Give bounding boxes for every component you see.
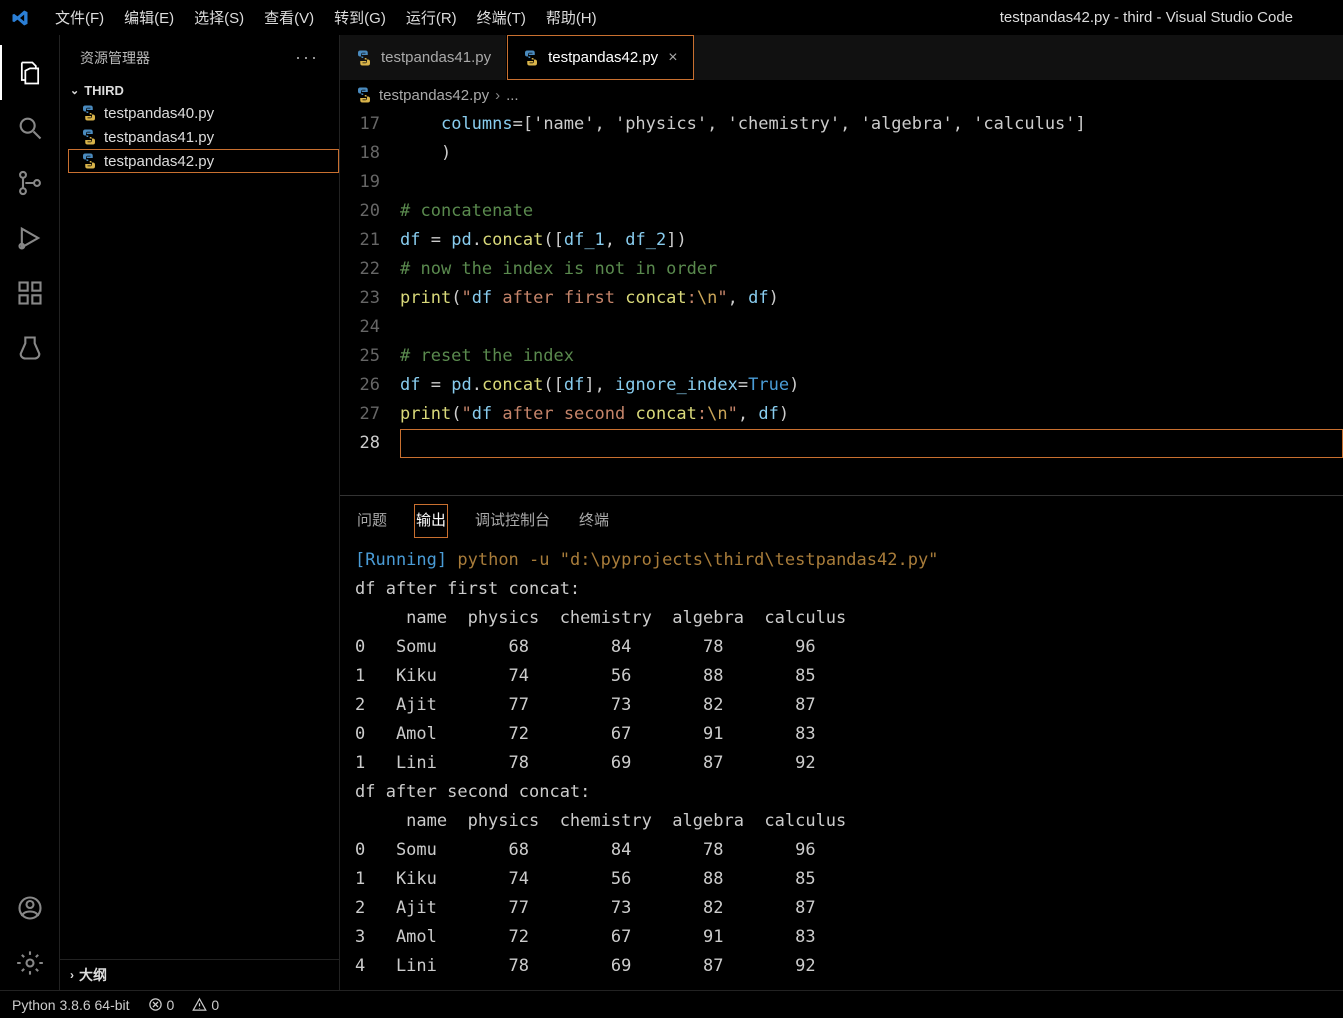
folder-name: THIRD: [84, 83, 124, 98]
activity-run-debug[interactable]: [0, 210, 60, 265]
menubar: 文件(F) 编辑(E) 选择(S) 查看(V) 转到(G) 运行(R) 终端(T…: [45, 3, 1000, 32]
menu-select[interactable]: 选择(S): [184, 3, 254, 32]
tab-label: testpandas42.py: [548, 49, 658, 66]
activity-extensions[interactable]: [0, 265, 60, 320]
editor-tabs: testpandas41.py testpandas42.py ×: [340, 35, 1343, 80]
code-content[interactable]: columns=['name', 'physics', 'chemistry',…: [400, 110, 1343, 495]
python-file-icon: [80, 128, 98, 146]
warning-count: 0: [211, 997, 219, 1013]
tab-label: testpandas41.py: [381, 49, 491, 66]
breadcrumb-rest: ...: [506, 87, 519, 104]
output-content[interactable]: [Running] python -u "d:\pyprojects\third…: [340, 538, 1343, 990]
menu-help[interactable]: 帮助(H): [536, 3, 607, 32]
menu-run[interactable]: 运行(R): [396, 3, 467, 32]
status-errors[interactable]: 0: [148, 997, 175, 1013]
breadcrumb[interactable]: testpandas42.py › ...: [340, 80, 1343, 110]
activity-explorer[interactable]: [0, 45, 60, 100]
menu-goto[interactable]: 转到(G): [324, 3, 396, 32]
python-file-icon: [355, 49, 373, 67]
sidebar-header: 资源管理器 ···: [60, 35, 339, 80]
chevron-right-icon: ›: [495, 87, 500, 104]
more-icon[interactable]: ···: [295, 47, 319, 68]
status-warnings[interactable]: 0: [192, 997, 219, 1013]
vscode-logo-icon: [10, 8, 30, 28]
file-name: testpandas42.py: [104, 153, 214, 170]
activity-search[interactable]: [0, 100, 60, 155]
panel-tab-terminal[interactable]: 终端: [577, 504, 611, 538]
python-file-icon: [80, 104, 98, 122]
editor-tab[interactable]: testpandas42.py ×: [507, 35, 693, 80]
activity-account[interactable]: [0, 880, 60, 935]
file-name: testpandas41.py: [104, 129, 214, 146]
status-python[interactable]: Python 3.8.6 64-bit: [12, 997, 130, 1013]
editor-tab[interactable]: testpandas41.py: [340, 35, 507, 80]
bottom-panel: 问题 输出 调试控制台 终端 [Running] python -u "d:\p…: [340, 495, 1343, 990]
python-file-icon: [80, 152, 98, 170]
sidebar: 资源管理器 ··· ⌄ THIRD testpandas40.py testpa…: [60, 35, 340, 990]
outline-label: 大纲: [79, 965, 107, 985]
chevron-right-icon: ›: [70, 968, 74, 982]
activity-testing[interactable]: [0, 320, 60, 375]
breadcrumb-file: testpandas42.py: [379, 87, 489, 104]
menu-file[interactable]: 文件(F): [45, 3, 114, 32]
panel-tab-output[interactable]: 输出: [414, 504, 448, 538]
window-title: testpandas42.py - third - Visual Studio …: [1000, 9, 1293, 26]
close-icon[interactable]: ×: [668, 49, 677, 67]
panel-tabs: 问题 输出 调试控制台 终端: [340, 496, 1343, 538]
panel-tab-problems[interactable]: 问题: [355, 504, 389, 538]
python-file-icon: [355, 86, 373, 104]
activity-settings[interactable]: [0, 935, 60, 990]
line-gutter: 171819202122232425262728: [340, 110, 400, 495]
editor-region: testpandas41.py testpandas42.py × testpa…: [340, 35, 1343, 990]
sidebar-title: 资源管理器: [80, 48, 150, 68]
code-editor[interactable]: 171819202122232425262728 columns=['name'…: [340, 110, 1343, 495]
file-list: testpandas40.py testpandas41.py testpand…: [60, 101, 339, 173]
file-item[interactable]: testpandas40.py: [68, 101, 339, 125]
statusbar: Python 3.8.6 64-bit 0 0: [0, 990, 1343, 1018]
menu-view[interactable]: 查看(V): [254, 3, 324, 32]
error-count: 0: [167, 997, 175, 1013]
file-item[interactable]: testpandas41.py: [68, 125, 339, 149]
menu-edit[interactable]: 编辑(E): [114, 3, 184, 32]
folder-header[interactable]: ⌄ THIRD: [60, 80, 339, 101]
file-name: testpandas40.py: [104, 105, 214, 122]
panel-tab-debug[interactable]: 调试控制台: [473, 504, 552, 538]
outline-header[interactable]: › 大纲: [60, 959, 339, 990]
chevron-down-icon: ⌄: [70, 84, 79, 97]
file-item[interactable]: testpandas42.py: [68, 149, 339, 173]
python-file-icon: [522, 49, 540, 67]
activity-bar: [0, 35, 60, 990]
activity-source-control[interactable]: [0, 155, 60, 210]
titlebar: 文件(F) 编辑(E) 选择(S) 查看(V) 转到(G) 运行(R) 终端(T…: [0, 0, 1343, 35]
menu-terminal[interactable]: 终端(T): [467, 3, 536, 32]
